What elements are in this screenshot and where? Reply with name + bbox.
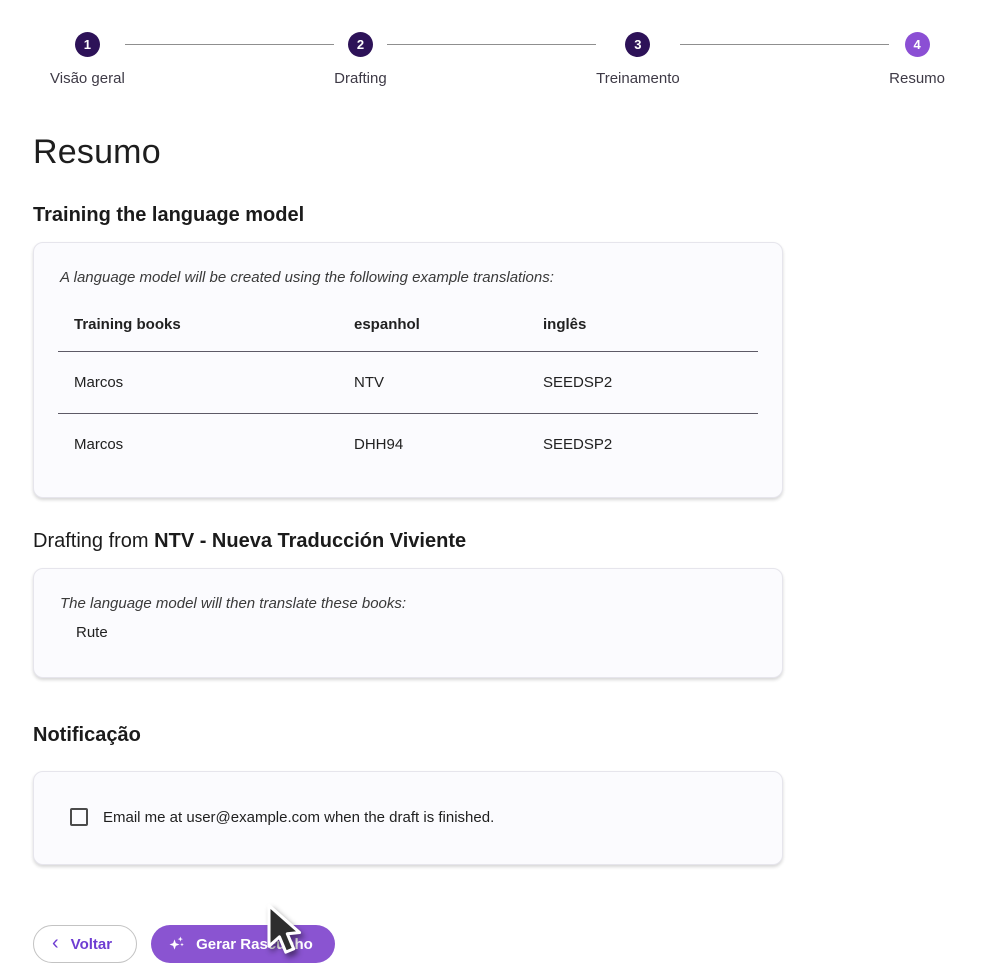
step-resumo[interactable]: 4 Resumo [889,32,945,87]
chevron-left-icon: ‹ [52,933,59,953]
column-header-training-books: Training books [58,292,338,352]
step-treinamento[interactable]: 3 Treinamento [596,32,680,87]
step-4-label: Resumo [889,70,945,87]
cell-source: DHH94 [338,414,527,476]
notification-section-heading: Notificação [33,724,967,747]
cell-source: NTV [338,352,527,414]
table-header-row: Training books espanhol inglês [58,292,758,352]
email-notification-label[interactable]: Email me at user@example.com when the dr… [103,809,494,826]
step-3-label: Treinamento [596,70,680,87]
step-connector [125,44,334,45]
page-title: Resumo [33,133,967,172]
column-header-ingles: inglês [527,292,758,352]
back-button-label: Voltar [71,936,112,953]
sparkles-icon [167,934,187,954]
drafting-card: The language model will then translate t… [33,568,783,678]
step-2-circle[interactable]: 2 [348,32,373,57]
training-section-heading: Training the language model [33,204,967,227]
drafting-source-name: NTV - Nueva Traducción Viviente [154,530,466,552]
step-2-label: Drafting [334,70,387,87]
training-books-table: Training books espanhol inglês Marcos NT… [58,292,758,475]
email-notification-checkbox[interactable] [70,808,88,826]
step-1-circle[interactable]: 1 [75,32,100,57]
step-connector [387,44,596,45]
step-1-label: Visão geral [50,70,125,87]
step-3-circle[interactable]: 3 [625,32,650,57]
step-visao-geral[interactable]: 1 Visão geral [50,32,125,87]
column-header-espanhol: espanhol [338,292,527,352]
step-drafting[interactable]: 2 Drafting [334,32,387,87]
drafting-heading-prefix: Drafting from [33,530,154,552]
training-intro-text: A language model will be created using t… [60,269,758,286]
generate-draft-label: Gerar Rascunho [196,936,313,953]
email-notification-row[interactable]: Email me at user@example.com when the dr… [58,794,758,842]
step-connector [680,44,889,45]
cell-book: Marcos [58,352,338,414]
notification-card: Email me at user@example.com when the dr… [33,771,783,865]
cell-target: SEEDSP2 [527,352,758,414]
table-row: Marcos DHH94 SEEDSP2 [58,414,758,476]
cell-target: SEEDSP2 [527,414,758,476]
step-4-circle[interactable]: 4 [905,32,930,57]
drafting-intro-text: The language model will then translate t… [60,595,758,612]
training-card: A language model will be created using t… [33,242,783,498]
wizard-stepper: 1 Visão geral 2 Drafting 3 Treinamento 4… [0,0,1000,87]
wizard-actions: ‹ Voltar Gerar Rascunho [33,925,1000,963]
cell-book: Marcos [58,414,338,476]
table-row: Marcos NTV SEEDSP2 [58,352,758,414]
back-button[interactable]: ‹ Voltar [33,925,137,963]
generate-draft-button[interactable]: Gerar Rascunho [151,925,335,963]
drafting-book-item: Rute [76,624,758,641]
drafting-section-heading: Drafting from NTV - Nueva Traducción Viv… [33,530,967,553]
